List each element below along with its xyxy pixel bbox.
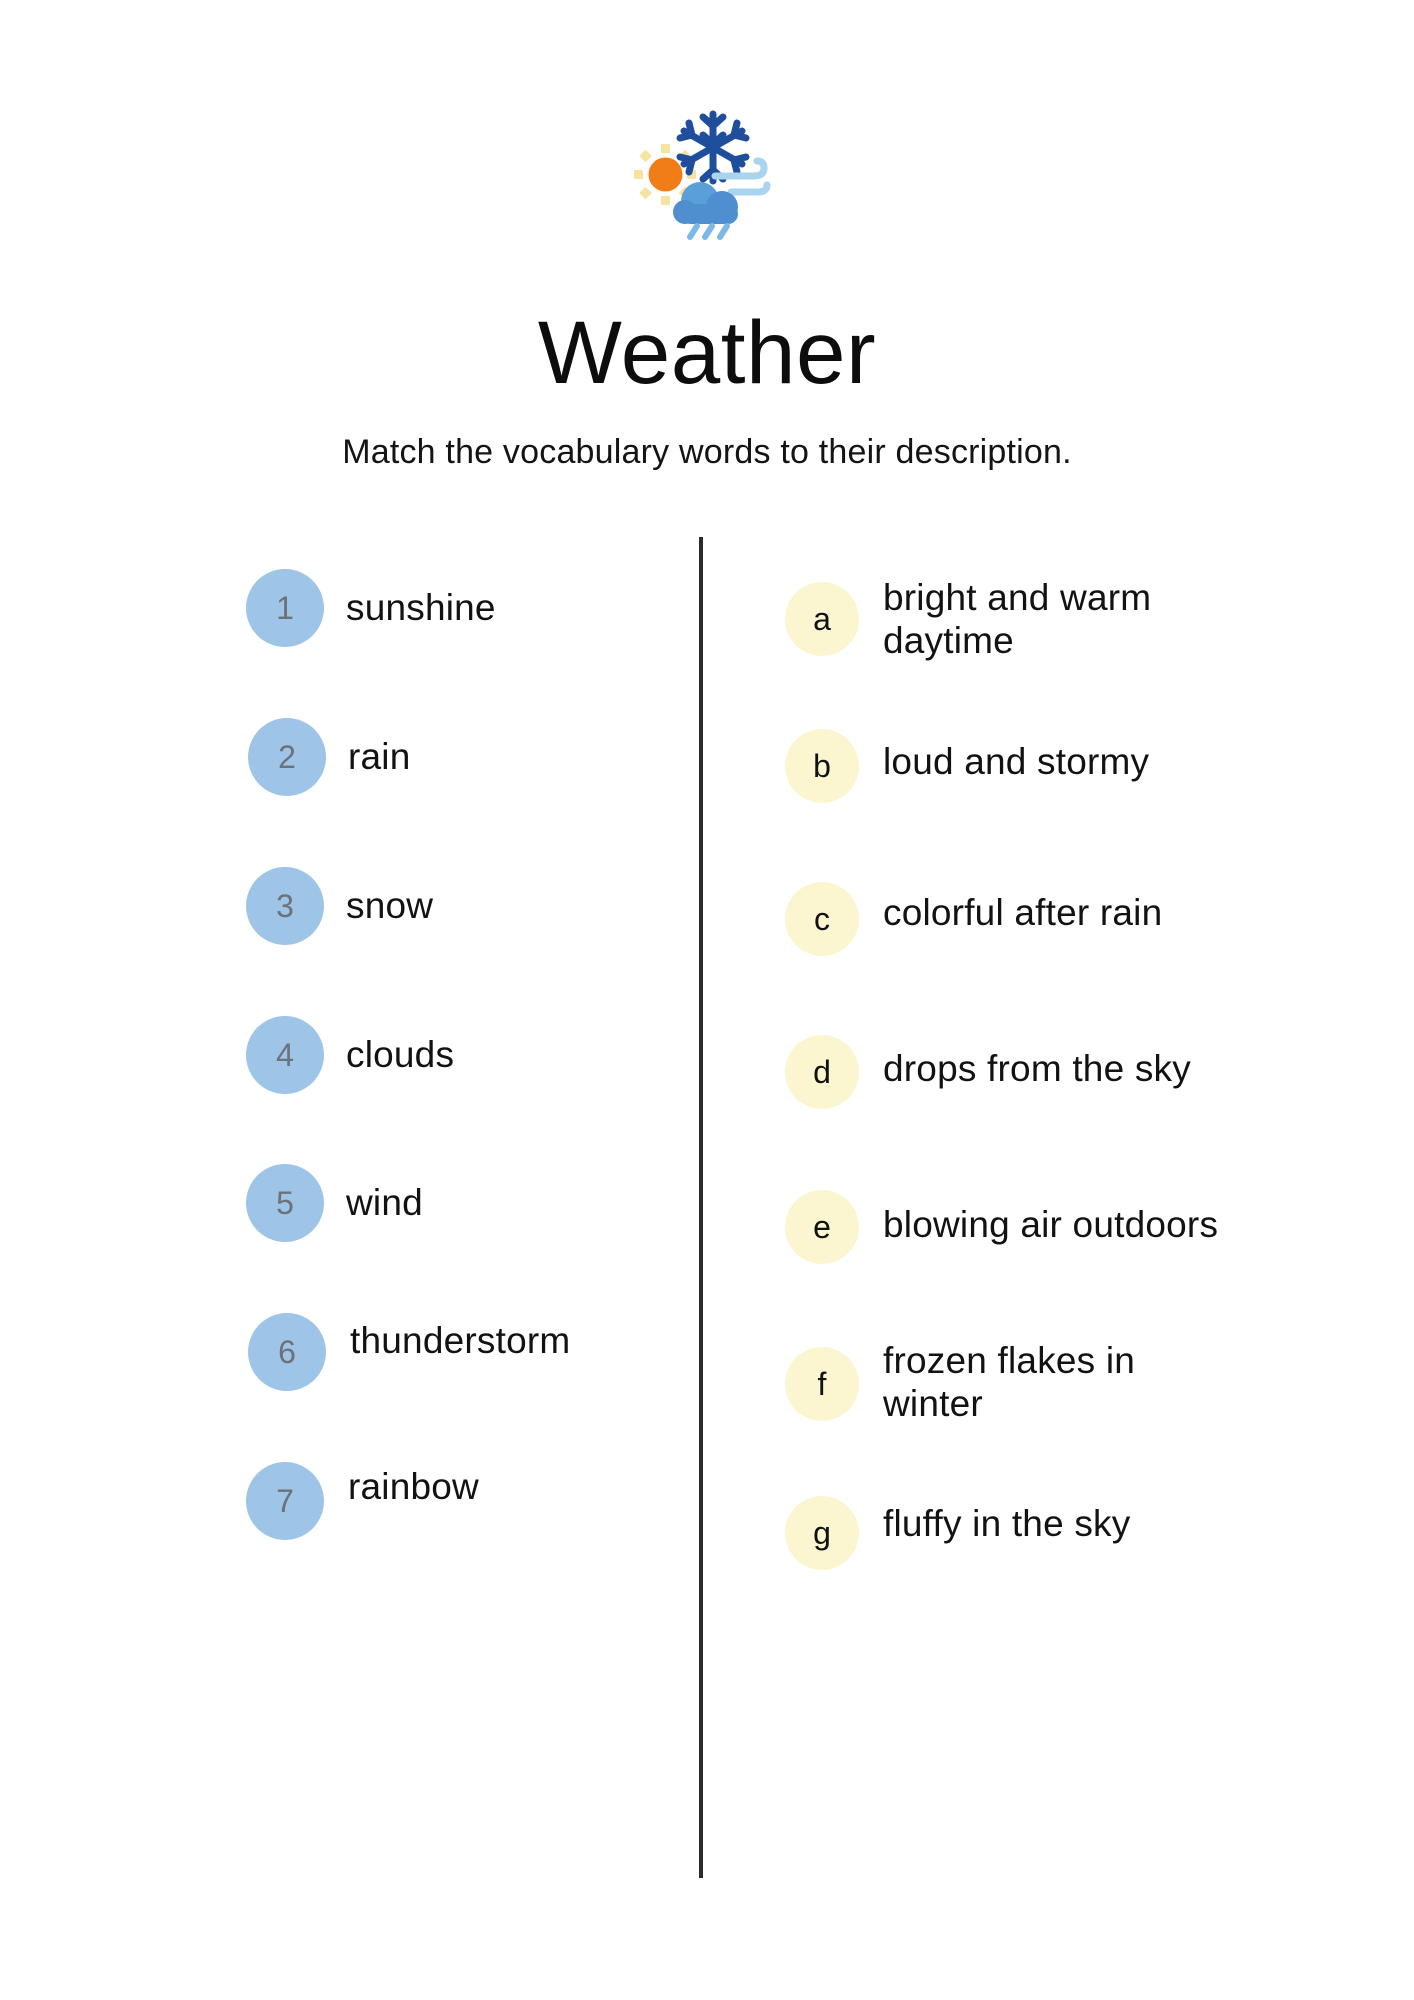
term-row[interactable]: 3 snow — [246, 867, 433, 945]
page-title: Weather — [537, 302, 877, 402]
term-row[interactable]: 2 rain — [248, 718, 411, 796]
column-divider — [699, 537, 703, 1878]
definition-letter-badge[interactable]: f — [785, 1347, 859, 1422]
definition-label: bright and warm daytime — [883, 577, 1152, 662]
term-number-badge[interactable]: 5 — [246, 1164, 324, 1242]
rain-icon — [687, 223, 730, 240]
definition-label: blowing air outdoors — [883, 1204, 1219, 1246]
term-label: sunshine — [346, 587, 496, 629]
term-row[interactable]: 4 clouds — [246, 1016, 454, 1094]
term-label: clouds — [346, 1034, 455, 1076]
term-number-badge[interactable]: 2 — [248, 718, 326, 796]
definition-letter-badge[interactable]: b — [785, 729, 859, 803]
term-label: rainbow — [348, 1466, 479, 1508]
definition-letter-badge[interactable]: a — [785, 582, 859, 657]
definition-label: fluffy in the sky — [883, 1503, 1131, 1545]
definition-row[interactable]: f frozen flakes in winter — [785, 1340, 1135, 1426]
definition-row[interactable]: d drops from the sky — [785, 1035, 1191, 1109]
snowflake-icon — [676, 110, 750, 185]
definition-letter-badge[interactable]: d — [785, 1035, 859, 1109]
term-label: rain — [348, 736, 411, 778]
worksheet-page: Weather Match the vocabulary words to th… — [0, 0, 1414, 2000]
term-row[interactable]: 1 sunshine — [246, 569, 496, 647]
instructions-text: Match the vocabulary words to their desc… — [342, 433, 1072, 471]
definition-row[interactable]: b loud and stormy — [785, 729, 1149, 803]
definition-letter-badge[interactable]: c — [785, 882, 859, 956]
weather-composite-icon — [0, 104, 1414, 244]
sun-icon — [648, 157, 683, 192]
definition-row[interactable]: e blowing air outdoors — [785, 1190, 1218, 1264]
definition-row[interactable]: a bright and warm daytime — [785, 576, 1151, 663]
definition-label: colorful after rain — [883, 892, 1163, 934]
definition-letter-badge[interactable]: e — [785, 1190, 859, 1264]
definition-row[interactable]: c colorful after rain — [785, 882, 1162, 956]
definition-label: drops from the sky — [883, 1048, 1191, 1090]
definition-row[interactable]: g fluffy in the sky — [785, 1496, 1130, 1570]
definition-letter-badge[interactable]: g — [785, 1496, 859, 1570]
term-row[interactable]: 6 thunderstorm — [248, 1313, 570, 1391]
term-label: snow — [346, 885, 434, 927]
definition-label: loud and stormy — [883, 741, 1150, 783]
definition-label: frozen flakes in winter — [883, 1340, 1136, 1425]
term-label: thunderstorm — [350, 1320, 571, 1362]
term-row[interactable]: 5 wind — [246, 1164, 423, 1242]
term-number-badge[interactable]: 7 — [246, 1462, 324, 1540]
term-number-badge[interactable]: 4 — [246, 1016, 324, 1094]
term-number-badge[interactable]: 3 — [246, 867, 324, 945]
cloud-icon — [673, 182, 738, 224]
term-number-badge[interactable]: 1 — [246, 569, 324, 647]
term-number-badge[interactable]: 6 — [248, 1313, 326, 1391]
term-label: wind — [346, 1182, 423, 1224]
term-row[interactable]: 7 rainbow — [246, 1462, 479, 1540]
